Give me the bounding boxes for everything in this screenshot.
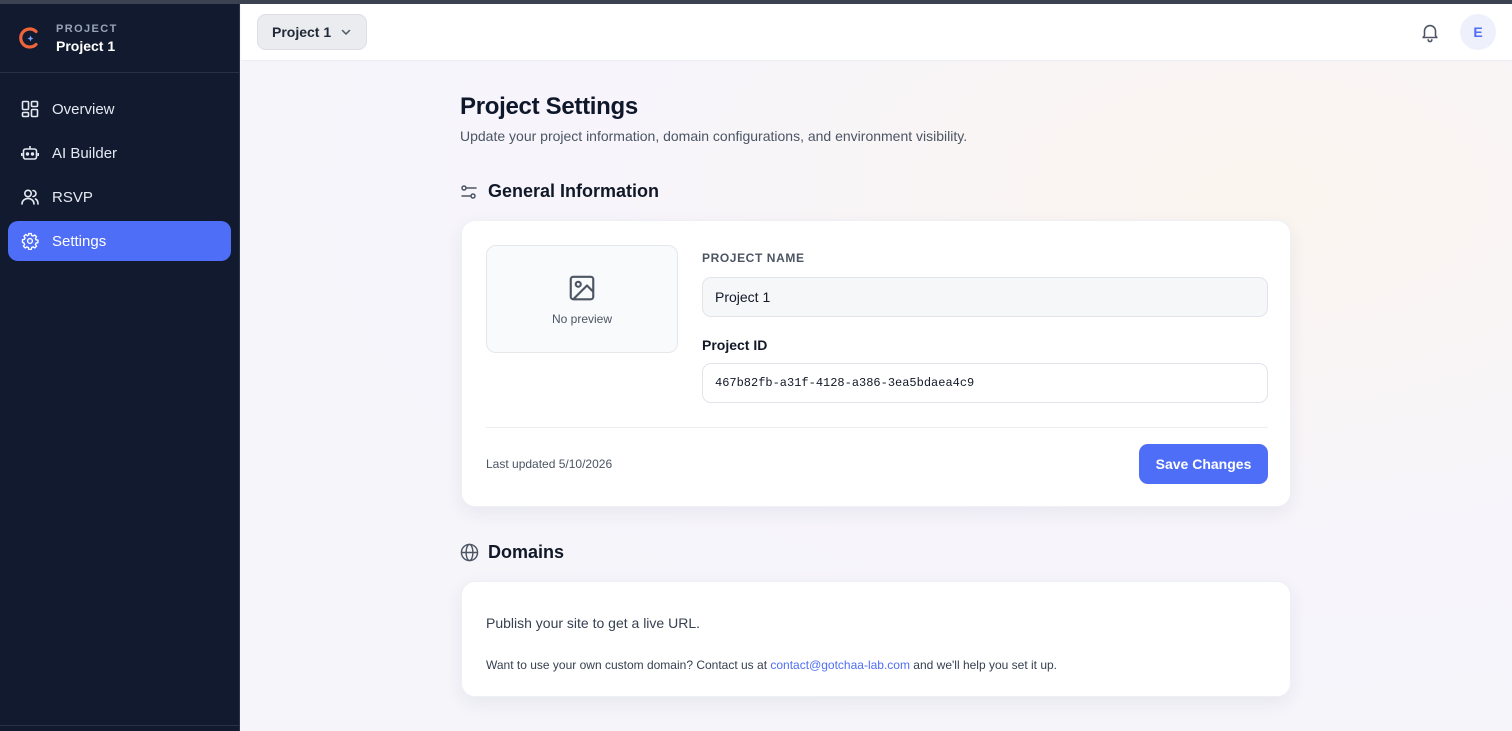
robot-icon xyxy=(20,143,40,163)
users-icon xyxy=(20,187,40,207)
main-content: Project Settings Update your project inf… xyxy=(241,61,1512,731)
sidebar-footer xyxy=(0,725,239,731)
custom-domain-suffix: and we'll help you set it up. xyxy=(909,658,1058,672)
sidebar: PROJECT Project 1 Overview AI Builder RS… xyxy=(0,4,240,731)
sidebar-item-label: Settings xyxy=(52,232,107,250)
general-info-card: No preview PROJECT NAME Project ID Last … xyxy=(461,220,1291,507)
domains-card: Publish your site to get a live URL. Wan… xyxy=(461,581,1291,697)
project-id-label: Project ID xyxy=(702,337,768,353)
custom-domain-hint: Want to use your own custom domain? Cont… xyxy=(486,658,1057,672)
brand-text: PROJECT Project 1 xyxy=(56,23,118,54)
sidebar-item-rsvp[interactable]: RSVP xyxy=(8,177,231,217)
publish-hint: Publish your site to get a live URL. xyxy=(486,615,700,631)
preview-placeholder-text: No preview xyxy=(551,311,613,326)
brand-logo-icon xyxy=(19,27,38,49)
brand-project-name: Project 1 xyxy=(56,37,116,54)
custom-domain-prefix: Want to use your own custom domain? Cont… xyxy=(486,658,771,672)
contact-email-link[interactable]: contact@gotchaa-lab.com xyxy=(770,658,910,672)
project-id-field[interactable] xyxy=(702,363,1268,403)
last-updated-text: Last updated 5/10/2026 xyxy=(486,457,613,471)
general-section-heading: General Information xyxy=(460,181,659,202)
page-title: Project Settings xyxy=(460,93,638,120)
avatar[interactable]: E xyxy=(1460,14,1496,50)
grid-icon xyxy=(20,99,40,119)
bell-icon[interactable] xyxy=(1419,21,1441,43)
sidebar-item-overview[interactable]: Overview xyxy=(8,89,231,129)
project-name-label: PROJECT NAME xyxy=(702,251,805,265)
save-changes-button[interactable]: Save Changes xyxy=(1139,444,1268,484)
sidebar-item-settings[interactable]: Settings xyxy=(8,221,231,261)
project-selector[interactable]: Project 1 xyxy=(257,14,367,50)
gear-icon xyxy=(20,231,40,251)
project-selector-label: Project 1 xyxy=(272,24,332,40)
brand-caption: PROJECT xyxy=(56,22,118,35)
globe-icon xyxy=(460,543,480,563)
domains-section-heading: Domains xyxy=(460,542,564,563)
sidebar-item-label: AI Builder xyxy=(52,144,118,162)
page-subtitle: Update your project information, domain … xyxy=(460,128,968,144)
sidebar-item-label: RSVP xyxy=(52,188,93,206)
topbar: Project 1 E xyxy=(241,4,1512,61)
general-heading-text: General Information xyxy=(488,181,660,201)
sidebar-brand[interactable]: PROJECT Project 1 xyxy=(0,4,239,73)
sidebar-item-label: Overview xyxy=(52,100,115,118)
image-icon xyxy=(569,275,595,300)
project-preview[interactable]: No preview xyxy=(486,245,678,353)
project-name-input[interactable] xyxy=(702,277,1268,317)
card-divider xyxy=(486,427,1268,428)
domains-heading-text: Domains xyxy=(488,542,565,562)
sliders-icon xyxy=(460,182,480,202)
chevron-down-icon xyxy=(340,26,352,38)
sidebar-item-ai-builder[interactable]: AI Builder xyxy=(8,133,231,173)
sidebar-nav: Overview AI Builder RSVP Settings xyxy=(0,73,239,281)
